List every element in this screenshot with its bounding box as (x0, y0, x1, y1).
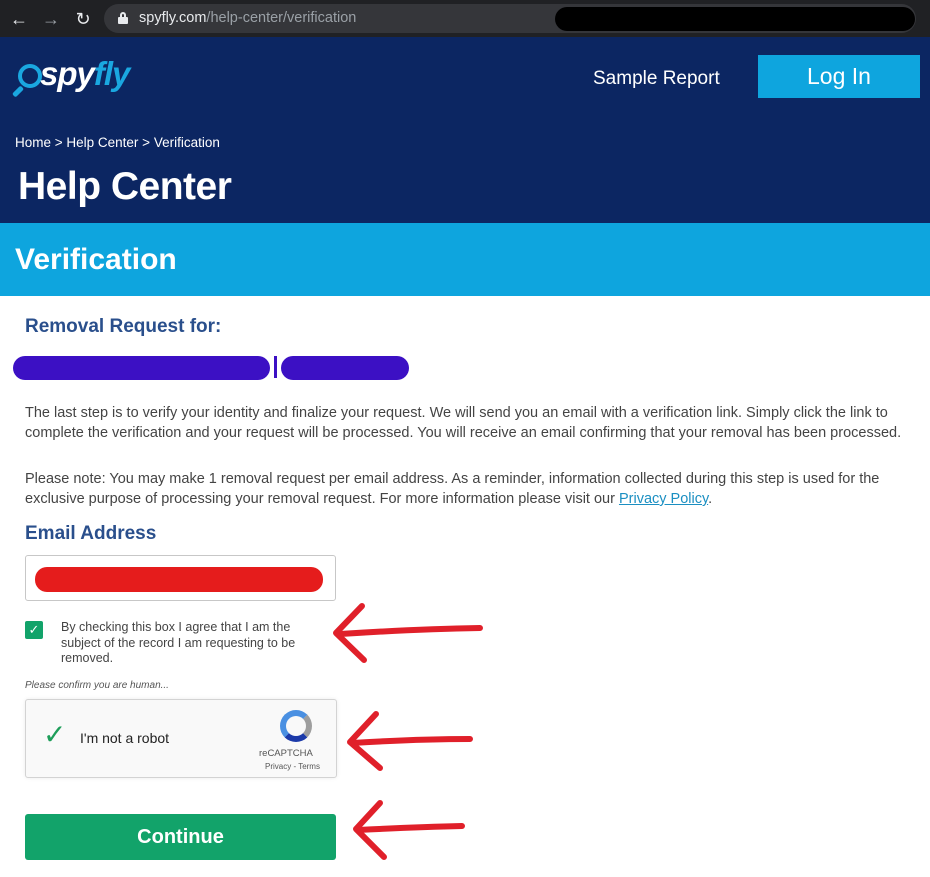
back-icon[interactable]: ← (8, 8, 30, 30)
breadcrumb[interactable]: Home > Help Center > Verification (15, 135, 220, 150)
annotation-arrow-icon (353, 800, 465, 860)
recaptcha-logo-icon (280, 710, 312, 742)
continue-button[interactable]: Continue (25, 814, 336, 860)
removal-request-label: Removal Request for: (25, 316, 222, 337)
section-banner: Verification (0, 223, 930, 296)
site-header: spyfly Sample Report Log In Home > Help … (0, 37, 930, 223)
login-button[interactable]: Log In (758, 55, 920, 98)
forward-icon[interactable]: → (40, 8, 62, 30)
lock-icon (118, 12, 128, 24)
human-confirm-note: Please confirm you are human... (25, 680, 169, 691)
email-input[interactable] (25, 555, 336, 601)
browser-toolbar: ← → ↻ spyfly.com/help-center/verificatio… (0, 0, 930, 37)
privacy-policy-link[interactable]: Privacy Policy (619, 491, 708, 507)
agree-checkbox[interactable]: ✓ (25, 621, 43, 639)
redacted-email (35, 567, 323, 592)
spyfly-logo[interactable]: spyfly (11, 55, 142, 103)
sample-report-link[interactable]: Sample Report (593, 68, 720, 90)
section-title: Verification (15, 243, 177, 276)
recaptcha-brand: reCAPTCHA (259, 748, 313, 759)
annotation-arrow-icon (347, 711, 473, 771)
redacted-area (555, 7, 915, 31)
address-bar[interactable]: spyfly.com/help-center/verification (104, 4, 916, 33)
page-title: Help Center (18, 165, 232, 208)
annotation-arrow-icon (333, 603, 483, 663)
redacted-name (13, 356, 270, 380)
url-text: spyfly.com/help-center/verification (139, 10, 357, 26)
email-label: Email Address (25, 523, 157, 544)
redacted-name (281, 356, 409, 380)
instructions-paragraph: The last step is to verify your identity… (25, 405, 902, 441)
reload-icon[interactable]: ↻ (72, 8, 94, 30)
check-icon: ✓ (28, 622, 40, 637)
recaptcha-terms-link[interactable]: Privacy - Terms (265, 762, 320, 771)
recaptcha-widget[interactable]: ✓ I'm not a robot reCAPTCHA Privacy - Te… (25, 699, 337, 778)
name-separator (274, 356, 277, 378)
magnifier-icon (18, 64, 42, 88)
recaptcha-label: I'm not a robot (80, 730, 170, 746)
note-paragraph: Please note: You may make 1 removal requ… (25, 471, 880, 507)
agree-label: By checking this box I agree that I am t… (61, 620, 296, 665)
check-icon[interactable]: ✓ (43, 720, 73, 750)
